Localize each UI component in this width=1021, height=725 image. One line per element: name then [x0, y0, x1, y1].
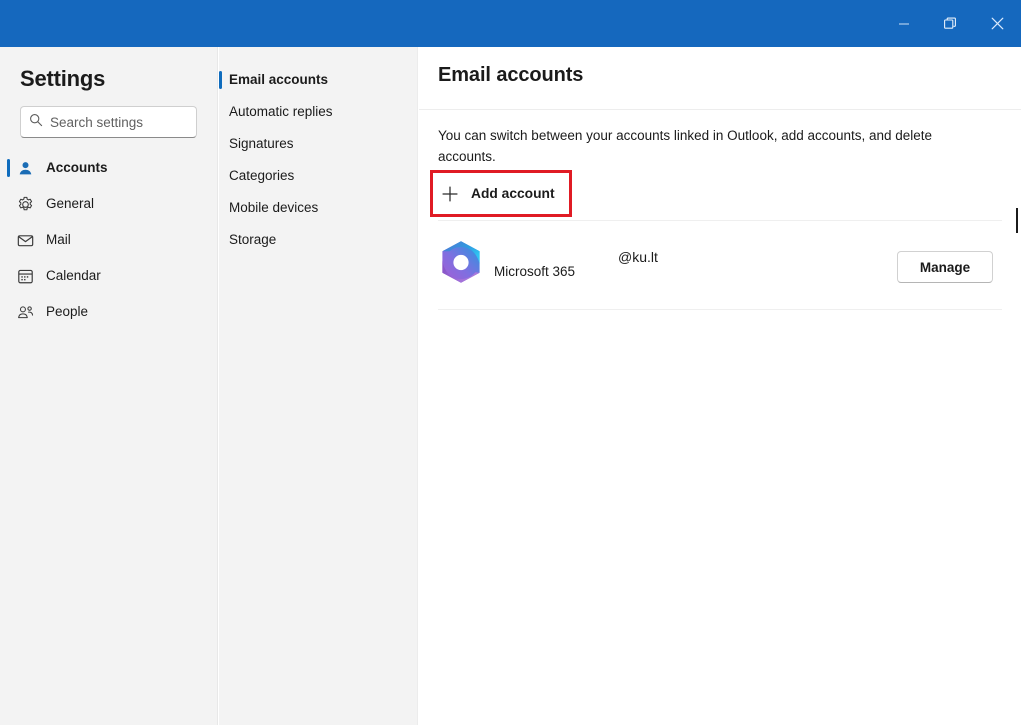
- close-icon: [991, 17, 1004, 30]
- subnav-item-label: Mobile devices: [229, 201, 318, 215]
- sidebar-item-people[interactable]: People: [0, 296, 218, 328]
- sidebar-item-label: Mail: [46, 233, 71, 247]
- subnav-item-storage[interactable]: Storage: [219, 224, 418, 256]
- title-divider: [419, 109, 1021, 110]
- search-icon: [29, 113, 43, 132]
- person-icon: [16, 159, 34, 177]
- subnav-item-email-accounts[interactable]: Email accounts: [219, 64, 418, 96]
- microsoft-365-logo: [438, 239, 484, 285]
- subnav-item-mobile-devices[interactable]: Mobile devices: [219, 192, 418, 224]
- account-row-divider-top: [438, 220, 1002, 221]
- subnav-item-automatic-replies[interactable]: Automatic replies: [219, 96, 418, 128]
- search-input[interactable]: [50, 115, 188, 130]
- secondary-nav: Email accounts Automatic replies Signatu…: [219, 47, 418, 725]
- secondary-nav-list: Email accounts Automatic replies Signatu…: [219, 64, 418, 256]
- subnav-item-label: Storage: [229, 233, 276, 247]
- minimize-icon: [898, 18, 910, 30]
- restore-icon: [944, 17, 957, 30]
- sidebar-item-calendar[interactable]: Calendar: [0, 260, 218, 292]
- account-row: Microsoft 365 @ku.lt Manage: [438, 229, 1002, 299]
- account-brand-label: Microsoft 365: [494, 265, 575, 279]
- search-box[interactable]: [20, 106, 197, 138]
- envelope-icon: [16, 231, 34, 249]
- subnav-item-categories[interactable]: Categories: [219, 160, 418, 192]
- manage-account-button[interactable]: Manage: [897, 251, 993, 283]
- add-account-button[interactable]: Add account: [438, 177, 563, 211]
- subnav-item-label: Automatic replies: [229, 105, 333, 119]
- add-account-label: Add account: [471, 187, 555, 201]
- subnav-item-label: Signatures: [229, 137, 294, 151]
- sidebar: Settings Accounts: [0, 47, 218, 725]
- sidebar-item-mail[interactable]: Mail: [0, 224, 218, 256]
- page-title-settings: Settings: [20, 66, 105, 92]
- sidebar-item-label: Accounts: [46, 161, 108, 175]
- sidebar-item-label: General: [46, 197, 94, 211]
- sidebar-item-general[interactable]: General: [0, 188, 218, 220]
- main-content: Email accounts You can switch between yo…: [419, 47, 1021, 725]
- subnav-item-label: Categories: [229, 169, 294, 183]
- restore-button[interactable]: [927, 0, 974, 47]
- sidebar-item-label: People: [46, 305, 88, 319]
- sidebar-nav: Accounts General: [0, 152, 218, 328]
- content-page-title: Email accounts: [438, 64, 583, 87]
- account-email-label: @ku.lt: [618, 250, 658, 264]
- gear-icon: [16, 195, 34, 213]
- plus-icon: [440, 184, 460, 204]
- minimize-button[interactable]: [880, 0, 927, 47]
- account-row-divider-bottom: [438, 309, 1002, 310]
- settings-window: Settings Accounts: [0, 0, 1021, 725]
- close-button[interactable]: [974, 0, 1021, 47]
- subnav-item-label: Email accounts: [229, 73, 328, 87]
- window-titlebar: [0, 0, 1021, 47]
- sidebar-item-accounts[interactable]: Accounts: [0, 152, 218, 184]
- calendar-icon: [16, 267, 34, 285]
- people-icon: [16, 303, 34, 321]
- sidebar-item-label: Calendar: [46, 269, 101, 283]
- text-caret: [1016, 208, 1018, 233]
- subnav-item-signatures[interactable]: Signatures: [219, 128, 418, 160]
- content-description: You can switch between your accounts lin…: [438, 125, 966, 167]
